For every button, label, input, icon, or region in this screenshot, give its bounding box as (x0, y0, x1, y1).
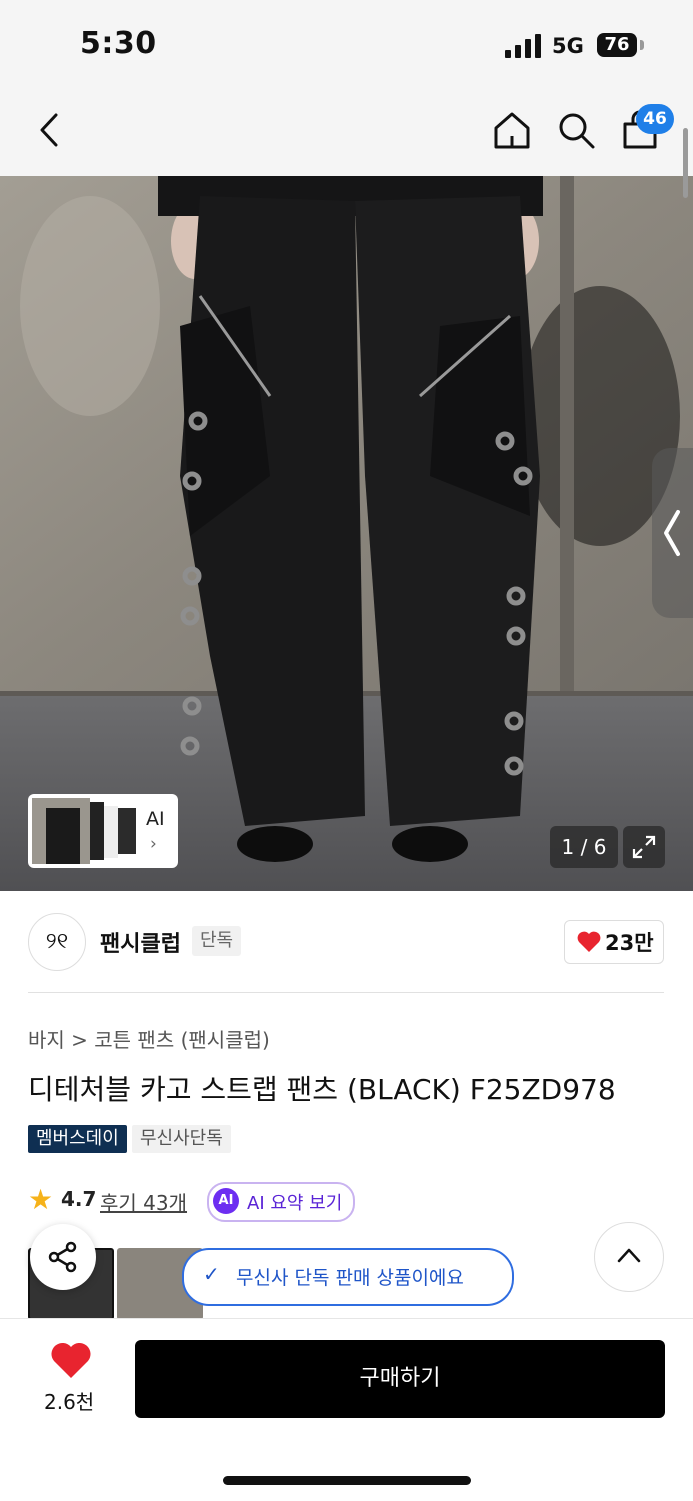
breadcrumb[interactable]: 바지 > 코튼 팬츠 (팬시클럽) (28, 1024, 270, 1053)
star-icon: ★ (28, 1183, 54, 1216)
scrollbar[interactable] (683, 128, 688, 198)
product-image[interactable] (0, 176, 693, 891)
brand-logo[interactable]: ୨୧ (28, 913, 86, 971)
brand-like-count: 23만 (605, 931, 654, 955)
exclusive-tag: 단독 (192, 926, 242, 956)
chevron-right-icon: › (150, 834, 157, 854)
ai-label: AI (146, 808, 165, 830)
signal-icon (505, 34, 541, 58)
gallery-next-handle[interactable] (652, 448, 693, 618)
share-icon (48, 1241, 77, 1273)
reviews-link[interactable]: 후기 43개 (100, 1187, 187, 1216)
product-title: 디테처블 카고 스트랩 팬츠 (BLACK) F25ZD978 (28, 1073, 616, 1106)
ai-badge-icon: AI (213, 1188, 239, 1214)
chevron-up-icon (617, 1248, 641, 1263)
ai-style-thumbnail-card[interactable] (28, 794, 178, 868)
tag-musinsa-exclusive: 무신사단독 (132, 1125, 231, 1153)
back-icon[interactable] (34, 112, 66, 148)
divider (28, 992, 664, 993)
brand-name[interactable]: 팬시클럽 (100, 926, 181, 958)
product-photo-illustration (0, 176, 693, 891)
heart-icon (577, 931, 601, 952)
home-icon[interactable] (492, 110, 532, 150)
cart-count-badge: 46 (636, 104, 674, 134)
expand-icon (632, 835, 656, 859)
search-icon[interactable] (556, 110, 596, 150)
check-icon: ✓ (203, 1262, 220, 1286)
toast-text: 무신사 단독 판매 상품이에요 (236, 1267, 464, 1289)
tag-member-day: 멤버스데이 (28, 1125, 127, 1153)
ai-summary-label: AI 요약 보기 (247, 1193, 343, 1214)
thumbnail-image (32, 798, 136, 864)
wishlist-count: 2.6천 (44, 1390, 95, 1414)
status-time: 5:30 (80, 26, 157, 61)
battery-icon: 76 (597, 33, 637, 57)
chevron-left-icon (664, 510, 680, 556)
buy-button[interactable]: 구매하기 (135, 1340, 665, 1418)
wishlist-heart-icon[interactable] (50, 1342, 92, 1380)
rating-value: 4.7 (61, 1187, 97, 1211)
battery-cap (640, 40, 644, 50)
share-button[interactable] (30, 1224, 96, 1290)
scroll-to-top-button[interactable] (594, 1222, 664, 1292)
image-counter: 1 / 6 (550, 826, 618, 868)
network-label: 5G (552, 34, 584, 58)
expand-image-button[interactable] (623, 826, 665, 868)
home-indicator (223, 1476, 471, 1485)
